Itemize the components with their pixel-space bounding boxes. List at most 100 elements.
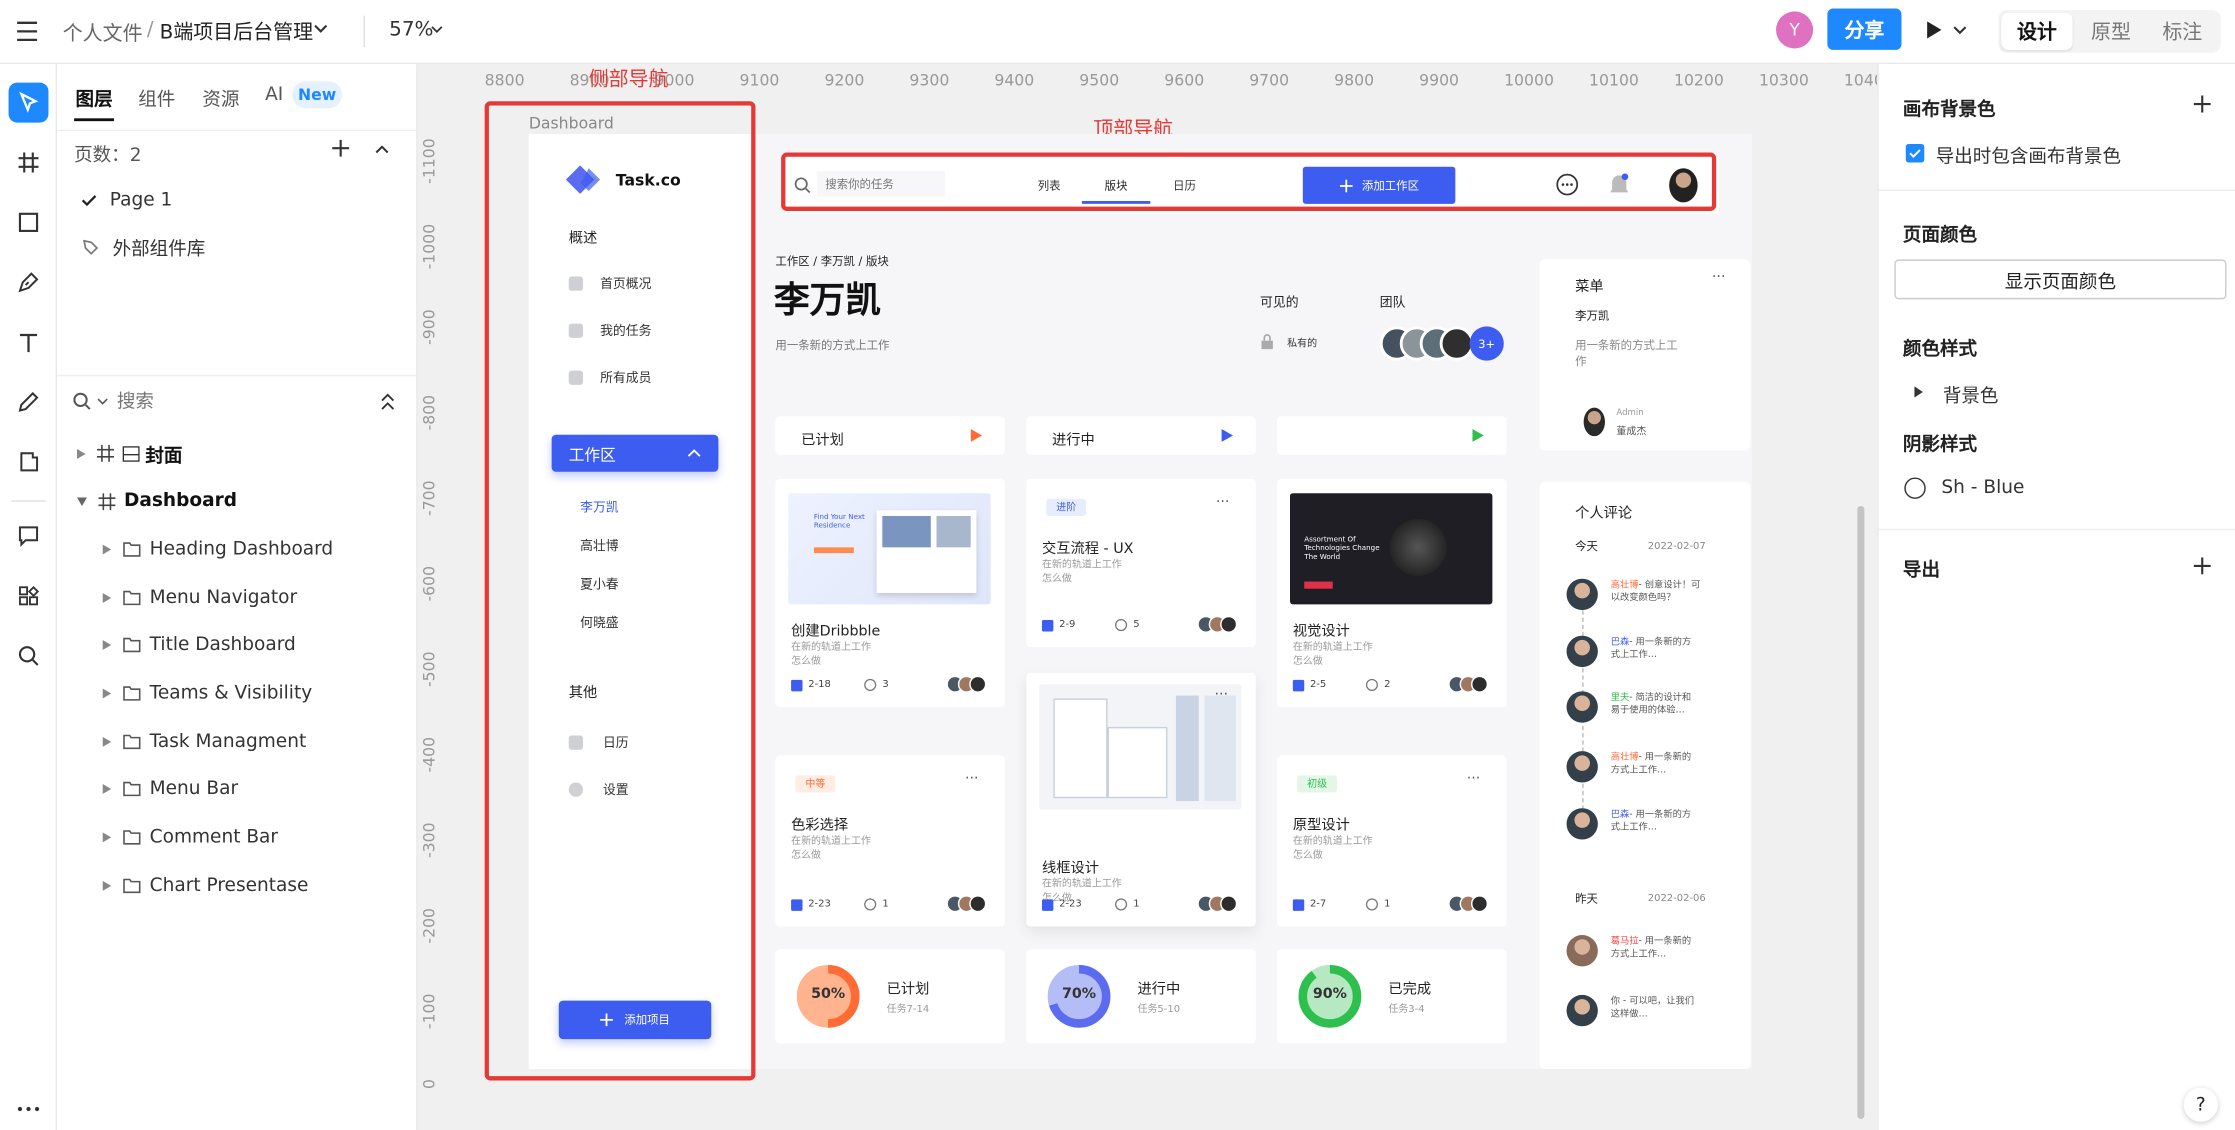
stat-card[interactable]: 90% 已完成 任务3-4 [1277, 949, 1507, 1044]
comment-item[interactable]: 高壮博- 用一条新的 方式上工作… [1566, 748, 1745, 796]
member-item[interactable]: 高壮博 [580, 536, 619, 554]
canvas[interactable]: 8800 8900 9000 9100 9200 9300 9400 9500 9600 9700… [417, 64, 1878, 1130]
caret-right-icon[interactable] [1914, 386, 1923, 398]
assignee-avatar[interactable] [969, 675, 987, 693]
nav-item-0[interactable]: 首页概况 [568, 274, 651, 292]
file-name[interactable]: B端项目后台管理 [160, 17, 313, 46]
task-card[interactable]: Find Your Next Residence 创建Dribbble 在新的轨道上… [775, 478, 1005, 707]
bg-color-style[interactable]: 背景色 [1943, 381, 1999, 407]
team-more-badge[interactable]: 3+ [1469, 326, 1504, 361]
add-canvas-bg-icon[interactable] [2193, 95, 2211, 113]
more-options-icon[interactable]: ··· [965, 771, 979, 787]
member-item[interactable]: 何晓盛 [580, 613, 619, 631]
layer-row-teams-visibility[interactable]: Teams & Visibility [57, 669, 418, 717]
tab-layers[interactable]: 图层 [76, 84, 113, 111]
column-header-1[interactable]: 进行中 [1026, 416, 1256, 455]
visibility-value[interactable]: 私有的 [1287, 336, 1317, 350]
tab-components[interactable]: 组件 [138, 84, 175, 111]
tab-board[interactable]: 版块 [1105, 178, 1128, 194]
page-item-1[interactable]: Page 1 [57, 175, 418, 223]
commenter-avatar[interactable] [1566, 751, 1598, 783]
collapse-pages-icon[interactable] [375, 144, 389, 154]
comment-item[interactable]: 葛马拉- 用一条新的 方式上工作… [1566, 932, 1745, 980]
mode-design[interactable]: 设计 [2001, 12, 2073, 50]
zoom-level[interactable]: 57% [389, 19, 433, 42]
caret-icon[interactable] [102, 592, 112, 603]
workspace-button[interactable]: 工作区 [551, 434, 719, 472]
help-button[interactable]: ? [2183, 1087, 2218, 1122]
task-card[interactable]: ···Page NamePage Name线框设计在新的轨道上工作怎么做2-23… [1026, 672, 1256, 927]
caret-icon[interactable] [102, 544, 112, 555]
vertical-scrollbar[interactable] [1857, 506, 1865, 1119]
layer-search-input[interactable] [116, 387, 317, 417]
play-icon[interactable] [1926, 20, 1943, 40]
more-options-icon[interactable]: ··· [1214, 687, 1228, 703]
search-tool-icon[interactable] [9, 636, 49, 676]
commenter-avatar[interactable] [1566, 578, 1598, 611]
text-tool-icon[interactable] [9, 322, 49, 362]
stat-card[interactable]: 50% 已计划 任务7-14 [775, 949, 1005, 1044]
task-card[interactable]: 进阶 ··· 交互流程 - UX 在新的轨道上工作 怎么做 2-9 5 [1026, 478, 1256, 648]
layer-row-dashboard[interactable]: Dashboard [57, 477, 418, 525]
assignee-avatar[interactable] [969, 895, 987, 913]
more-options-icon[interactable]: ··· [1216, 495, 1230, 511]
caret-icon[interactable] [76, 448, 86, 459]
other-nav-item-1[interactable]: 设置 [568, 780, 629, 798]
commenter-avatar[interactable] [1566, 691, 1598, 723]
caret-icon[interactable] [76, 497, 87, 506]
more-options-icon[interactable]: ··· [1467, 771, 1481, 787]
admin-avatar[interactable] [1583, 407, 1606, 437]
comment-item[interactable]: 里夫- 简洁的设计和 易于使用的体验… [1566, 688, 1745, 736]
caret-icon[interactable] [102, 880, 112, 891]
caret-icon[interactable] [102, 736, 112, 747]
member-item[interactable]: 夏小春 [580, 574, 619, 593]
layer-row-task-managment[interactable]: Task Managment [57, 717, 418, 765]
add-export-icon[interactable] [2193, 557, 2211, 575]
caret-icon[interactable] [102, 832, 112, 843]
shadow-style-name[interactable]: Sh - Blue [1941, 478, 2024, 499]
image-tool-icon[interactable] [9, 442, 49, 482]
rectangle-tool-icon[interactable] [9, 202, 49, 242]
profile-avatar[interactable] [1669, 168, 1698, 203]
add-page-icon[interactable] [332, 139, 350, 157]
task-card[interactable]: 初级 ··· 原型设计 在新的轨道上工作 怎么做 2-7 1 [1277, 755, 1507, 927]
chevron-down-icon[interactable] [314, 24, 328, 34]
other-nav-item-0[interactable]: 日历 [568, 733, 629, 751]
comment-tool-icon[interactable] [9, 516, 49, 556]
tab-ai[interactable]: AI [265, 84, 283, 105]
task-card[interactable]: Assortment Of Technologies Change The Wo… [1277, 478, 1507, 707]
export-bg-checkbox[interactable] [1905, 143, 1925, 163]
commenter-avatar[interactable] [1566, 935, 1598, 967]
breadcrumb-root[interactable]: 个人文件 [63, 19, 143, 48]
tab-assets[interactable]: 资源 [202, 84, 239, 111]
mode-prototype[interactable]: 原型 [2075, 13, 2146, 50]
layer-row-title-dashboard[interactable]: Title Dashboard [57, 621, 418, 669]
layer-row-menu-navigator[interactable]: Menu Navigator [57, 573, 418, 621]
pen-tool-icon[interactable] [9, 262, 49, 302]
search-options-chevron-icon[interactable] [97, 398, 108, 407]
assignee-avatar[interactable] [1471, 895, 1489, 913]
layer-row-heading-dashboard[interactable]: Heading Dashboard [57, 525, 418, 573]
page-item-2[interactable]: 外部组件库 [57, 222, 418, 270]
task-search-input[interactable] [816, 171, 946, 197]
comment-item[interactable]: 你 - 可以吧，让我们 这样做… [1566, 992, 1745, 1040]
collapse-all-icon[interactable] [381, 393, 395, 410]
notification-bell-icon[interactable] [1608, 172, 1631, 196]
frame-tool-icon[interactable] [9, 143, 49, 183]
add-workspace-button[interactable]: 添加工作区 [1302, 166, 1456, 204]
plugins-icon[interactable] [9, 576, 49, 616]
nav-item-1[interactable]: 我的任务 [568, 321, 651, 339]
more-icon[interactable] [9, 1089, 49, 1129]
add-project-button[interactable]: 添加项目 [558, 1000, 712, 1040]
nav-item-2[interactable]: 所有成员 [568, 368, 651, 386]
mode-annotate[interactable]: 标注 [2147, 13, 2218, 50]
tab-calendar[interactable]: 日历 [1173, 178, 1196, 194]
column-header-0[interactable]: 已计划 [775, 416, 1005, 455]
menu-more-icon[interactable]: ··· [1712, 269, 1726, 285]
comment-item[interactable]: 巴森- 用一条新的方 式上工作… [1566, 633, 1745, 681]
caret-icon[interactable] [102, 784, 112, 795]
layer-row-chart-presentase[interactable]: Chart Presentase [57, 861, 418, 909]
select-tool-icon[interactable] [8, 82, 49, 123]
tab-list[interactable]: 列表 [1038, 178, 1061, 194]
stat-card[interactable]: 70% 进行中 任务5-10 [1026, 949, 1256, 1044]
